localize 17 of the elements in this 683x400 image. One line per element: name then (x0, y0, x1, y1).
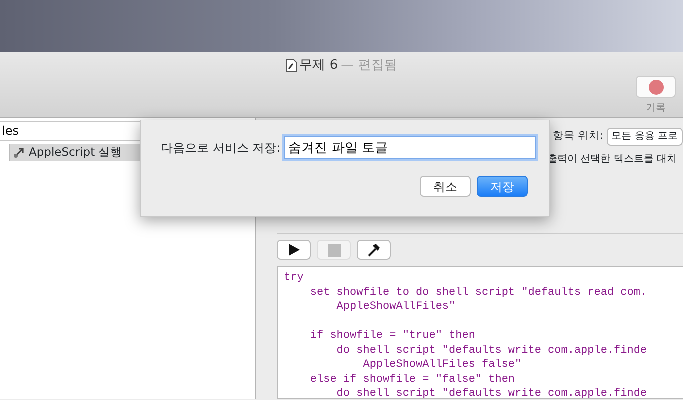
location-label: 항목 위치: (552, 128, 604, 144)
record-label: 기록 (646, 102, 666, 116)
stop-icon (328, 244, 340, 256)
compile-button[interactable] (357, 240, 391, 260)
window-title: 무제 6 (300, 57, 338, 75)
record-icon (648, 80, 664, 94)
record-button[interactable] (636, 76, 676, 98)
script-icon (13, 146, 26, 159)
code-text[interactable]: try set showfile to do shell script "defaults read com. AppleShowAllFiles" if showfile = "true" then do shell script "defaults write com.apple.finde AppleShowAllFiles false" else if showfile = "false" then do shell script "defaults write com.apple.finde (278, 267, 683, 398)
hammer-icon (367, 243, 381, 257)
run-button[interactable] (277, 240, 311, 260)
play-icon (287, 243, 301, 257)
service-name-field[interactable]: 숨겨진 파일 토글 (284, 136, 536, 159)
cancel-button[interactable]: 취소 (420, 176, 471, 197)
edited-status: — 편집됨 (341, 57, 398, 75)
location-popup[interactable]: 모든 응용 프로 (606, 128, 683, 146)
document-icon (286, 59, 297, 72)
